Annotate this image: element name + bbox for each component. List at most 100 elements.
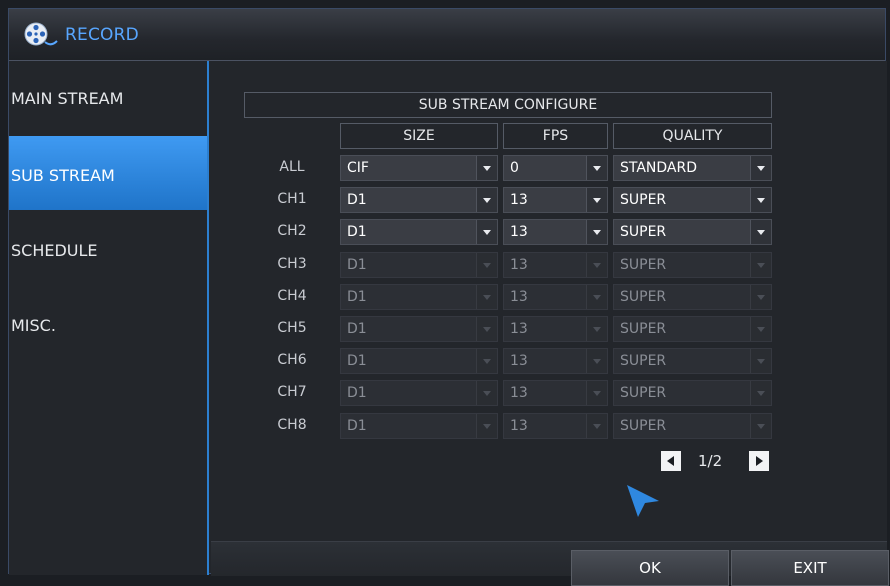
quality-value: SUPER	[620, 418, 667, 434]
fps-value: 13	[510, 385, 528, 401]
fps-value: 13	[510, 353, 528, 369]
size-dropdown-ch3: D1	[340, 252, 498, 278]
sidebar-item-misc[interactable]: MISC.	[9, 286, 207, 360]
fps-value: 13	[510, 321, 528, 337]
size-dropdown-ch8: D1	[340, 413, 498, 439]
size-value: D1	[347, 257, 367, 273]
quality-dropdown-ch2[interactable]: SUPER	[613, 219, 772, 245]
chevron-down-icon	[586, 381, 607, 405]
row-label-ch2: CH2	[277, 223, 307, 239]
chevron-down-icon[interactable]	[750, 188, 771, 212]
quality-dropdown-ch1[interactable]: SUPER	[613, 187, 772, 213]
fps-dropdown-ch7: 13	[503, 380, 608, 406]
size-value: CIF	[347, 160, 369, 176]
row-label-ch7: CH7	[277, 384, 307, 400]
quality-value: SUPER	[620, 257, 667, 273]
row-label-ch3: CH3	[277, 256, 307, 272]
row-label-all: ALL	[279, 159, 305, 175]
sidebar-item-label: MISC.	[11, 316, 56, 335]
quality-dropdown-ch3: SUPER	[613, 252, 772, 278]
quality-dropdown-ch4: SUPER	[613, 284, 772, 310]
sidebar-item-label: SUB STREAM	[11, 166, 115, 185]
size-dropdown-ch5: D1	[340, 316, 498, 342]
chevron-down-icon[interactable]	[476, 220, 497, 244]
quality-value: SUPER	[620, 289, 667, 305]
exit-button[interactable]: EXIT	[731, 550, 889, 586]
row-label-ch4: CH4	[277, 288, 307, 304]
triangle-left-icon[interactable]	[661, 451, 681, 471]
chevron-down-icon	[750, 285, 771, 309]
column-header-fps: FPS	[503, 123, 608, 149]
sidebar-item-sub-stream[interactable]: SUB STREAM	[9, 136, 207, 210]
fps-dropdown-ch3: 13	[503, 252, 608, 278]
size-value: D1	[347, 418, 367, 434]
row-label-ch5: CH5	[277, 320, 307, 336]
mouse-cursor-icon	[627, 485, 659, 517]
fps-dropdown-ch4: 13	[503, 284, 608, 310]
quality-value: STANDARD	[620, 160, 698, 176]
quality-value: SUPER	[620, 385, 667, 401]
ok-button[interactable]: OK	[571, 550, 729, 586]
sub-stream-panel: SUB STREAM CONFIGURE SIZE FPS QUALITY AL…	[211, 61, 889, 586]
fps-dropdown-ch5: 13	[503, 316, 608, 342]
record-window: RECORD MAIN STREAM SUB STREAM SCHEDULE M…	[8, 8, 889, 586]
chevron-down-icon[interactable]	[586, 188, 607, 212]
column-header-quality: QUALITY	[613, 123, 772, 149]
fps-value: 0	[510, 160, 519, 176]
fps-dropdown-ch2[interactable]: 13	[503, 219, 608, 245]
chevron-down-icon[interactable]	[586, 156, 607, 180]
chevron-down-icon	[586, 285, 607, 309]
sidebar: MAIN STREAM SUB STREAM SCHEDULE MISC.	[9, 61, 209, 575]
chevron-down-icon[interactable]	[586, 220, 607, 244]
size-dropdown-ch4: D1	[340, 284, 498, 310]
chevron-down-icon	[750, 349, 771, 373]
row-label-ch8: CH8	[277, 417, 307, 433]
chevron-down-icon[interactable]	[476, 188, 497, 212]
chevron-down-icon	[476, 253, 497, 277]
sidebar-item-label: MAIN STREAM	[11, 89, 124, 108]
column-header-size: SIZE	[340, 123, 498, 149]
chevron-down-icon	[476, 285, 497, 309]
chevron-down-icon[interactable]	[750, 220, 771, 244]
quality-dropdown-ch7: SUPER	[613, 380, 772, 406]
page-indicator: 1/2	[698, 452, 723, 470]
fps-value: 13	[510, 224, 528, 240]
chevron-down-icon	[750, 317, 771, 341]
chevron-down-icon	[750, 414, 771, 438]
quality-value: SUPER	[620, 353, 667, 369]
fps-dropdown-all[interactable]: 0	[503, 155, 608, 181]
fps-dropdown-ch8: 13	[503, 413, 608, 439]
fps-value: 13	[510, 418, 528, 434]
size-dropdown-ch6: D1	[340, 348, 498, 374]
film-reel-icon	[24, 22, 58, 46]
size-value: D1	[347, 289, 367, 305]
chevron-down-icon	[476, 317, 497, 341]
window-title: RECORD	[65, 25, 139, 45]
quality-dropdown-all[interactable]: STANDARD	[613, 155, 772, 181]
size-dropdown-ch2[interactable]: D1	[340, 219, 498, 245]
chevron-down-icon	[750, 253, 771, 277]
size-dropdown-ch1[interactable]: D1	[340, 187, 498, 213]
chevron-down-icon	[586, 253, 607, 277]
quality-value: SUPER	[620, 321, 667, 337]
size-dropdown-ch7: D1	[340, 380, 498, 406]
quality-value: SUPER	[620, 224, 667, 240]
chevron-down-icon[interactable]	[476, 156, 497, 180]
size-value: D1	[347, 192, 367, 208]
chevron-down-icon	[750, 381, 771, 405]
quality-dropdown-ch6: SUPER	[613, 348, 772, 374]
fps-dropdown-ch1[interactable]: 13	[503, 187, 608, 213]
triangle-right-icon[interactable]	[749, 451, 769, 471]
quality-dropdown-ch5: SUPER	[613, 316, 772, 342]
size-value: D1	[347, 224, 367, 240]
sidebar-item-schedule[interactable]: SCHEDULE	[9, 211, 207, 285]
chevron-down-icon	[476, 349, 497, 373]
chevron-down-icon	[586, 317, 607, 341]
size-value: D1	[347, 385, 367, 401]
fps-value: 13	[510, 257, 528, 273]
chevron-down-icon[interactable]	[750, 156, 771, 180]
sidebar-item-main-stream[interactable]: MAIN STREAM	[9, 61, 207, 135]
size-dropdown-all[interactable]: CIF	[340, 155, 498, 181]
chevron-down-icon	[586, 414, 607, 438]
row-label-ch6: CH6	[277, 352, 307, 368]
